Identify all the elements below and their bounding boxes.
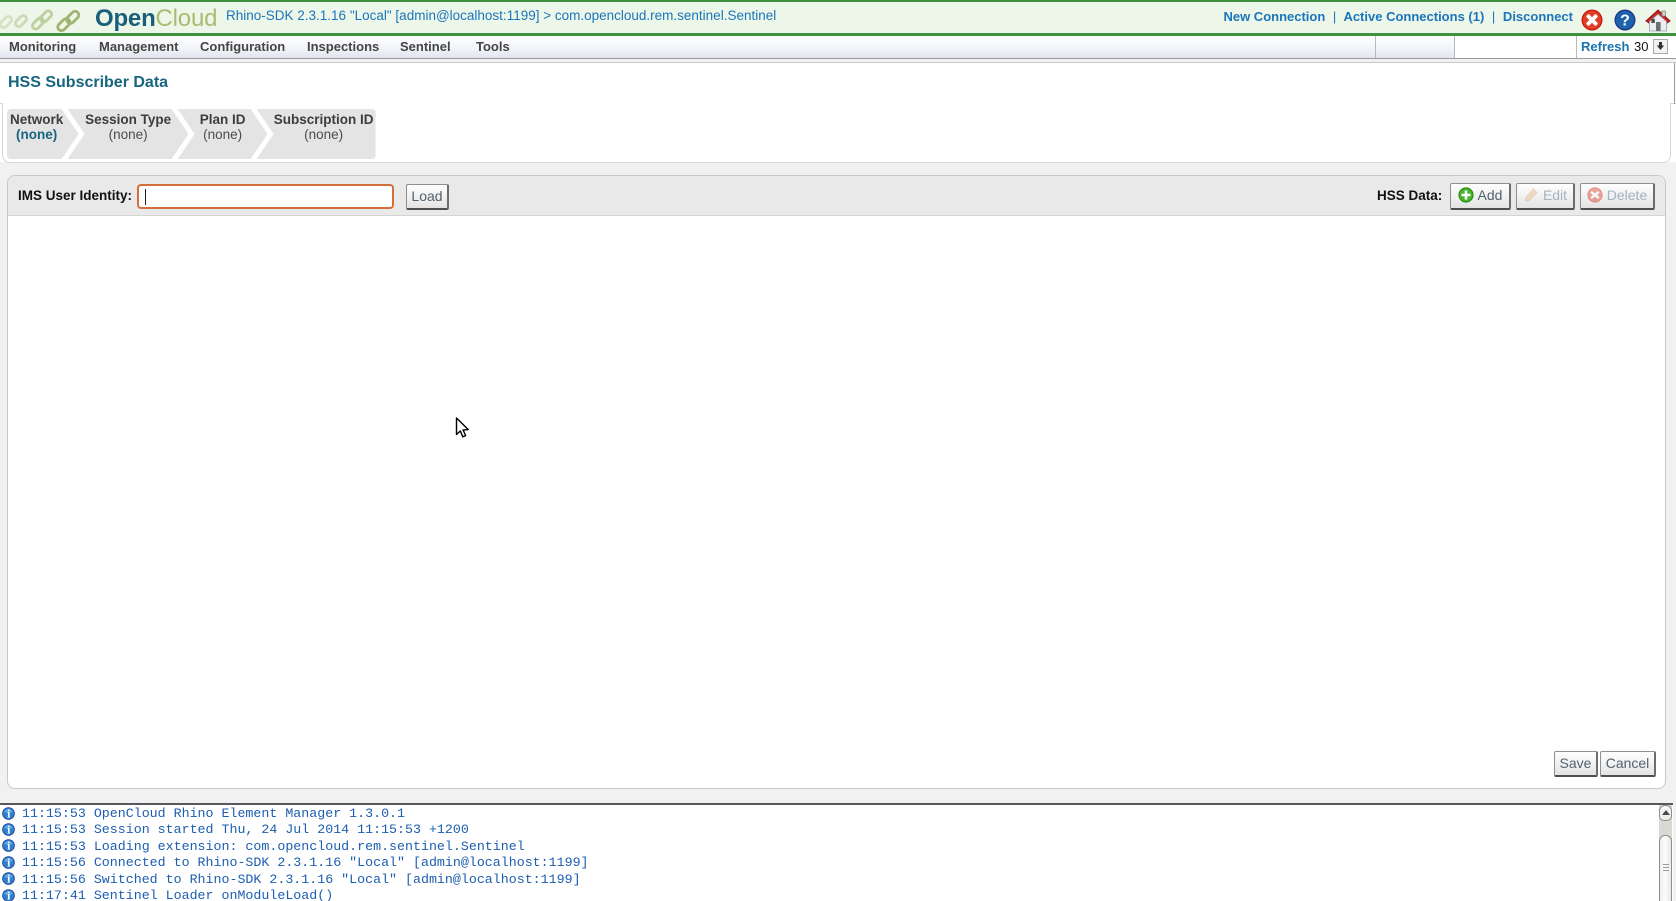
svg-text:?: ?: [1620, 13, 1630, 30]
